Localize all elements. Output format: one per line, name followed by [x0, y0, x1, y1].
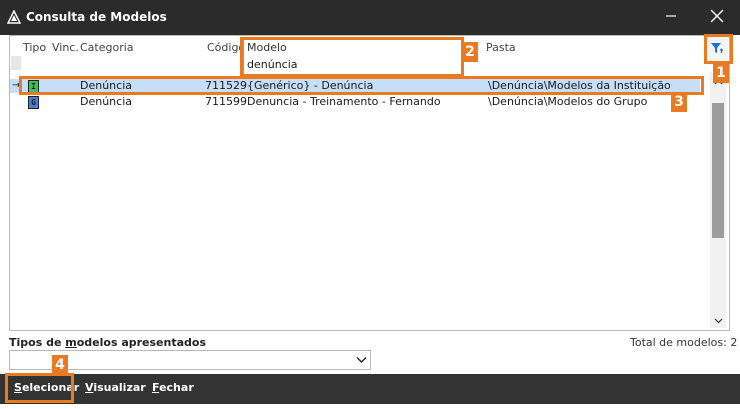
close-label: echar — [159, 381, 194, 394]
callout-number: 2 — [462, 42, 478, 62]
tipo-badge-icon: G — [28, 96, 39, 109]
consulta-modelos-window: Consulta de Modelos Tipo Vinc. Categoria… — [0, 0, 740, 409]
callout-frame-search — [240, 37, 464, 77]
types-label-mnemonic: m — [65, 336, 77, 349]
minimize-icon — [665, 10, 677, 25]
callout-number: 1 — [713, 63, 729, 83]
scroll-down-button[interactable] — [710, 312, 726, 328]
action-bar: Selecionar Visualizar Fechar — [0, 374, 740, 404]
header-filter-cell — [11, 56, 21, 70]
callout-frame-select — [5, 373, 74, 403]
callout-frame-row — [19, 76, 704, 95]
cell-categoria: Denúncia — [80, 95, 132, 108]
total-models-count: Total de modelos: 2 — [630, 336, 738, 349]
column-header-tipo[interactable]: Tipo — [23, 41, 46, 54]
column-header-pasta[interactable]: Pasta — [486, 41, 516, 54]
cell-pasta: \Denúncia\Modelos do Grupo — [488, 95, 648, 108]
callout-number: 4 — [52, 355, 68, 375]
cell-modelo: Denuncia - Treinamento - Fernando — [247, 95, 441, 108]
vertical-scrollbar[interactable] — [710, 73, 726, 328]
app-logo-icon — [6, 9, 22, 24]
view-label: isualizar — [93, 381, 146, 394]
scroll-thumb[interactable] — [712, 103, 724, 238]
types-label: Tipos de modelos apresentados — [9, 336, 206, 349]
window-title: Consulta de Modelos — [26, 10, 167, 24]
table-row[interactable]: G Denúncia 711599 Denuncia - Treinamento… — [10, 95, 700, 109]
close-window-button[interactable] — [694, 0, 740, 35]
column-header-categoria[interactable]: Categoria — [80, 41, 134, 54]
chevron-down-icon — [356, 354, 367, 367]
cell-codigo: 711599 — [205, 95, 247, 108]
view-button[interactable]: Visualizar — [85, 381, 146, 394]
callout-frame-filter — [704, 34, 733, 64]
close-icon — [710, 9, 724, 26]
callout-number: 3 — [671, 92, 687, 112]
column-header-vinc[interactable]: Vinc. — [52, 41, 79, 54]
types-label-text: odelos apresentados — [76, 336, 206, 349]
types-label-text: Tipos de — [9, 336, 66, 349]
title-bar: Consulta de Modelos — [0, 0, 740, 35]
chevron-down-icon — [714, 314, 723, 327]
close-button[interactable]: Fechar — [152, 381, 194, 394]
minimize-button[interactable] — [648, 0, 694, 35]
